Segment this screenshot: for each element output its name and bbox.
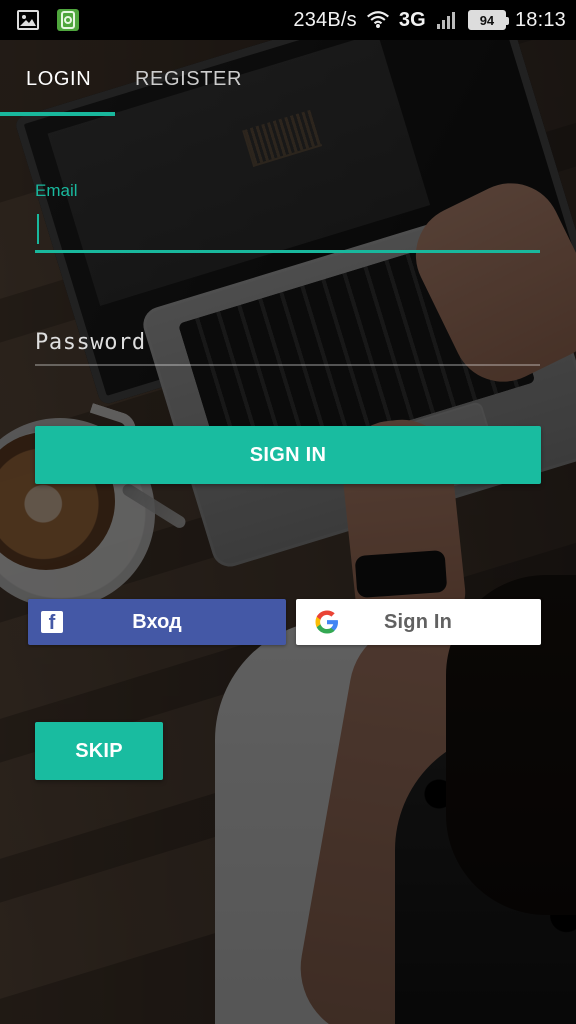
network-type: 3G bbox=[398, 8, 426, 31]
status-left bbox=[16, 0, 80, 40]
signal-icon bbox=[435, 8, 459, 32]
network-speed: 234B/s bbox=[293, 8, 357, 31]
status-bar: 234B/s 3G 94 18:13 bbox=[0, 0, 576, 40]
sign-in-button[interactable]: SIGN IN bbox=[35, 426, 541, 484]
image-icon bbox=[16, 8, 40, 32]
clock: 18:13 bbox=[514, 8, 566, 31]
facebook-login-button[interactable]: f Вход bbox=[28, 599, 286, 645]
status-right: 234B/s 3G 94 18:13 bbox=[293, 0, 566, 40]
email-label: Email bbox=[35, 181, 78, 200]
wifi-icon bbox=[366, 8, 390, 32]
active-tab-indicator bbox=[0, 112, 115, 116]
email-field[interactable] bbox=[35, 205, 540, 253]
auth-tabs: LOGIN REGISTER bbox=[0, 40, 576, 116]
tab-login[interactable]: LOGIN bbox=[26, 68, 91, 91]
app-notification-icon bbox=[56, 8, 80, 32]
background-overlay bbox=[0, 0, 576, 1024]
skip-button[interactable]: SKIP bbox=[35, 722, 163, 780]
battery-icon: 94 bbox=[467, 10, 509, 30]
password-field[interactable] bbox=[35, 320, 540, 366]
google-icon bbox=[314, 609, 340, 635]
text-cursor bbox=[37, 214, 39, 244]
facebook-login-label: Вход bbox=[132, 611, 182, 633]
google-sign-in-label: Sign In bbox=[384, 611, 453, 633]
background-photo bbox=[0, 0, 576, 1024]
google-sign-in-button[interactable]: Sign In bbox=[296, 599, 541, 645]
battery-level: 94 bbox=[479, 12, 495, 28]
tab-register[interactable]: REGISTER bbox=[135, 68, 242, 91]
